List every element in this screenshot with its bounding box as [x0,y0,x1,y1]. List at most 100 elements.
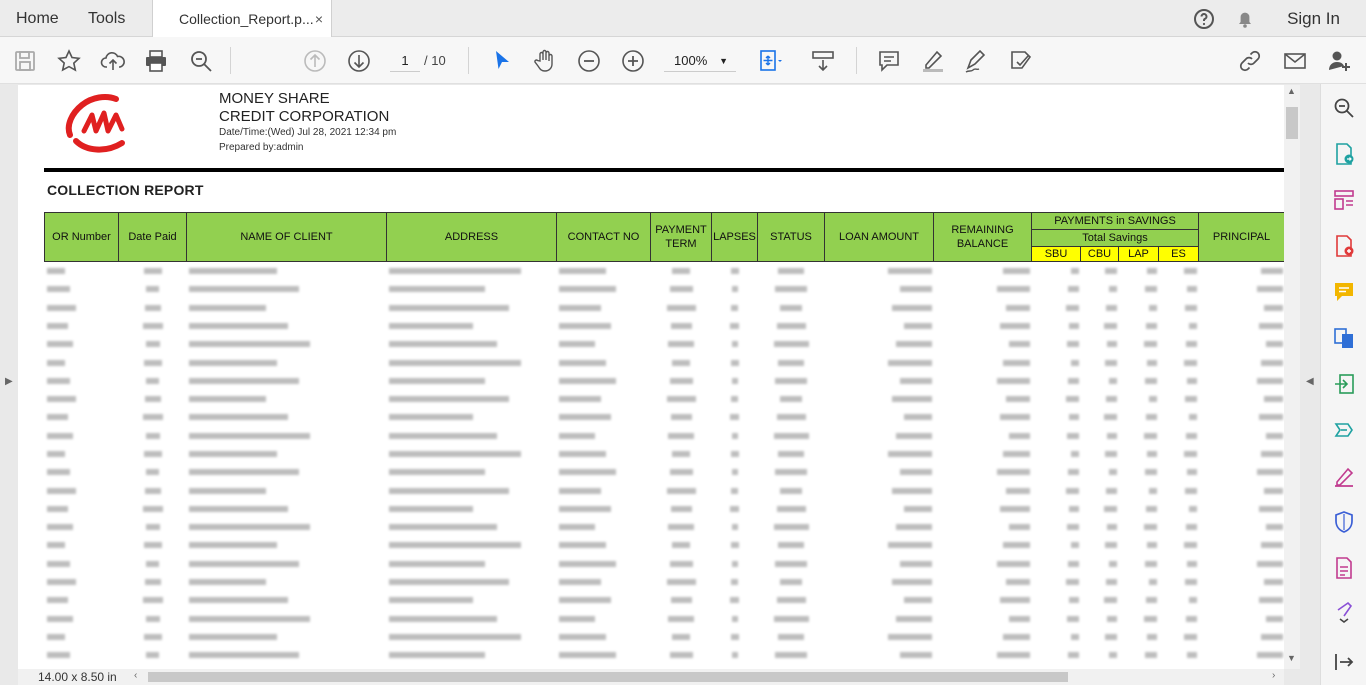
save-icon[interactable] [12,48,38,74]
redacted-bar [903,322,932,329]
protect-shield-icon[interactable] [1332,510,1356,534]
redacted-bar [388,268,521,275]
fill-sign-icon[interactable] [1008,48,1034,74]
redacted-cell [387,444,557,462]
redacted-bar [388,487,509,494]
scroll-up-icon[interactable]: ▲ [1287,86,1296,96]
comment-icon[interactable] [876,48,902,74]
redacted-bar [730,633,739,640]
redacted-bar [1067,286,1079,293]
scroll-mode-icon[interactable] [810,48,836,74]
search-icon[interactable] [1332,96,1356,120]
fill-sign-icon[interactable] [1332,464,1356,488]
bell-icon[interactable] [1233,7,1257,31]
redacted-bar [1065,304,1079,311]
redacted-cell [45,573,119,591]
upload-cloud-icon[interactable] [100,48,126,74]
horizontal-scrollbar[interactable]: ‹ › [130,669,1284,685]
redacted-cell [119,499,187,517]
redacted-cell [387,316,557,334]
tab-tools[interactable]: Tools [88,0,125,37]
redacted-cell [387,518,557,536]
redacted-cell [119,609,187,627]
redacted-cell [119,463,187,481]
redacted-bar [775,286,807,293]
comment-icon[interactable] [1332,280,1356,304]
hand-tool-icon[interactable] [532,48,558,74]
table-row [45,316,1285,334]
sign-in-button[interactable]: Sign In [1287,0,1340,37]
redacted-cell [825,573,934,591]
share-link-icon[interactable] [1237,48,1263,74]
fit-page-icon[interactable] [756,48,782,74]
redacted-cell [1032,573,1081,591]
redacted-bar [1184,487,1197,494]
page-number-input[interactable]: 1 [390,50,420,72]
tab-home[interactable]: Home [16,0,59,37]
document-icon[interactable] [1332,556,1356,580]
redacted-cell [651,316,712,334]
print-icon[interactable] [143,48,169,74]
redacted-cell [934,353,1032,371]
redacted-cell [1159,627,1199,645]
zoom-select[interactable]: 100% ▼ [664,50,736,72]
scroll-left-icon[interactable]: ‹ [134,670,137,681]
compare-files-icon[interactable] [1332,418,1356,442]
redacted-cell [1081,646,1119,664]
bookmark-star-icon[interactable] [56,48,82,74]
redacted-cell [1119,646,1159,664]
collapse-panel-icon[interactable] [1332,650,1356,674]
redacted-bar [731,377,738,384]
redacted-cell [651,499,712,517]
redacted-bar [388,322,473,329]
redacted-cell [712,627,758,645]
page-up-icon[interactable] [302,48,328,74]
redacted-bar [670,414,692,421]
zoom-out-icon[interactable] [576,48,602,74]
create-pdf-icon[interactable] [1332,234,1356,258]
redacted-cell [1159,426,1199,444]
redacted-bar [887,542,932,549]
redacted-cell [825,426,934,444]
horizontal-scroll-thumb[interactable] [148,672,1068,682]
redacted-bar [188,268,277,275]
vertical-scrollbar[interactable]: ▲ ▼ [1284,85,1300,669]
tab-document[interactable]: Collection_Report.p... × [152,0,332,38]
redacted-bar [731,396,738,403]
tab-bar: Home Tools Collection_Report.p... × Sign… [0,0,1366,38]
scroll-down-icon[interactable]: ▼ [1287,653,1296,663]
highlight-pen-icon[interactable] [920,48,946,74]
redacted-bar [1002,359,1030,366]
sign-icon[interactable] [963,48,989,74]
redacted-bar [1258,597,1283,604]
help-icon[interactable] [1192,7,1216,31]
select-cursor-icon[interactable] [489,48,515,74]
zoom-in-icon[interactable] [620,48,646,74]
page-down-icon[interactable] [346,48,372,74]
redacted-cell [1081,353,1119,371]
redacted-cell [557,280,651,298]
redacted-bar [1067,469,1079,476]
redacted-bar [188,597,288,604]
add-user-icon[interactable] [1326,48,1352,74]
organize-pages-icon[interactable] [1332,188,1356,212]
redacted-bar [672,268,690,275]
col-sbu: SBU [1031,246,1081,262]
redacted-cell [758,627,825,645]
right-panel-toggle-icon[interactable]: ◀ [1306,376,1314,387]
vertical-scroll-thumb[interactable] [1286,107,1298,139]
redacted-bar [1265,432,1283,439]
close-tab-icon[interactable]: × [315,0,323,38]
export-pdf-icon[interactable] [1332,142,1356,166]
more-tools-icon[interactable] [1332,600,1356,624]
redacted-bar [558,615,595,622]
scroll-right-icon[interactable]: › [1272,670,1275,681]
redacted-bar [388,652,485,659]
combine-files-icon[interactable] [1332,326,1356,350]
email-icon[interactable] [1282,48,1308,74]
zoom-search-icon[interactable] [188,48,214,74]
left-panel-toggle-icon[interactable]: ▶ [5,376,13,387]
redacted-cell [825,463,934,481]
redacted-cell [758,463,825,481]
scan-ocr-icon[interactable] [1332,372,1356,396]
